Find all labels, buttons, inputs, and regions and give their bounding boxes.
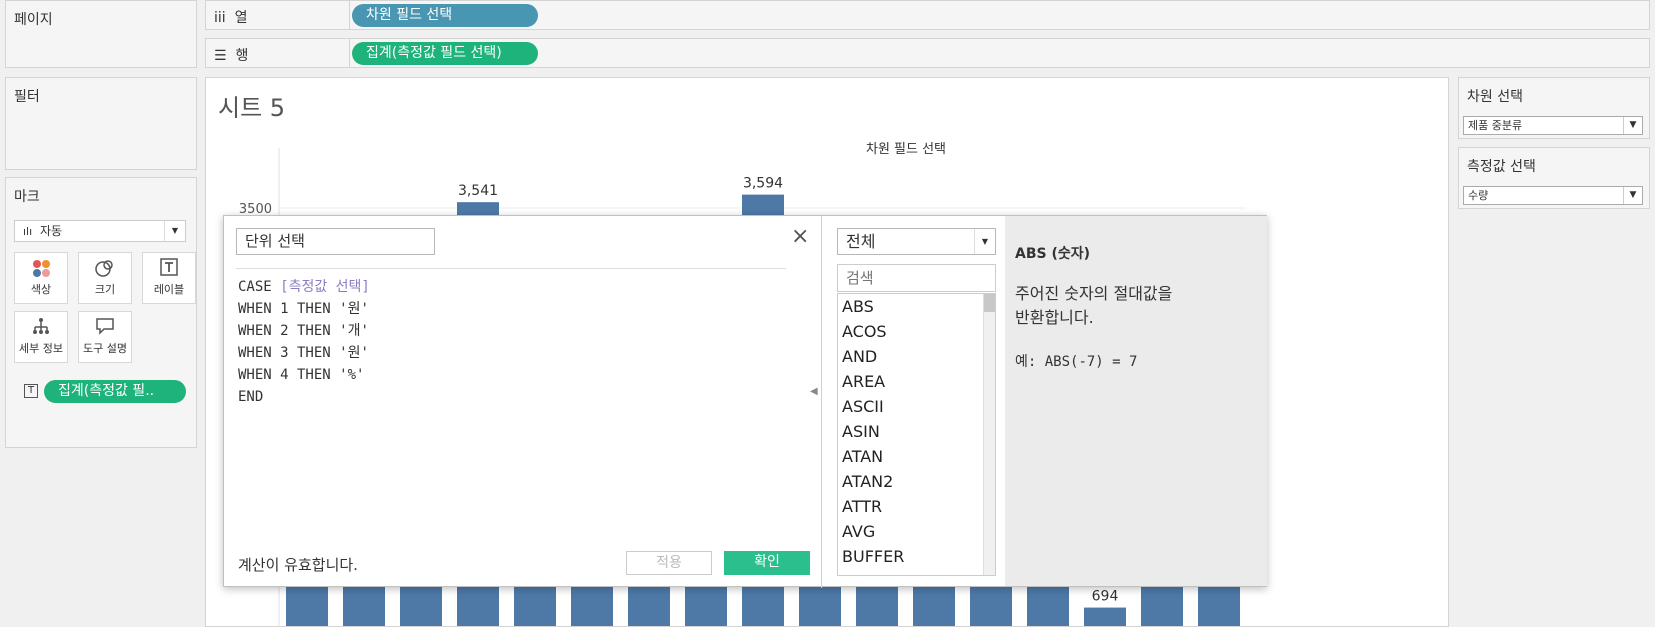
function-item[interactable]: AND	[838, 344, 995, 369]
ok-button-label: 확인	[754, 554, 780, 570]
function-item[interactable]: AVG	[838, 519, 995, 544]
function-item[interactable]: ACOS	[838, 319, 995, 344]
calc-name-input[interactable]: 단위 선택	[236, 228, 435, 255]
measure-parameter-value: 수량	[1468, 189, 1489, 202]
dimension-parameter-title: 차원 선택	[1467, 89, 1523, 105]
shelf-divider	[349, 39, 350, 67]
tooltip-icon	[79, 312, 131, 340]
function-item[interactable]: ASIN	[838, 419, 995, 444]
measure-parameter-panel: 측정값 선택 수량 ▼	[1458, 147, 1650, 209]
detail-icon	[15, 312, 67, 340]
pages-title: 페이지	[14, 12, 53, 28]
close-icon[interactable]: ×	[791, 224, 809, 249]
rows-shelf[interactable]: ☰ 행 집계(측정값 필드 선택)	[205, 38, 1650, 68]
editor-divider	[236, 268, 786, 269]
label-label: 레이블	[153, 283, 185, 296]
measure-parameter-title: 측정값 선택	[1467, 159, 1536, 175]
bar-data-label: 3,594	[743, 176, 783, 192]
mark-type-dropdown[interactable]: ılı 자동 ▼	[14, 220, 186, 242]
function-item[interactable]: AREA	[838, 369, 995, 394]
rows-shelf-label: ☰ 행	[214, 48, 249, 64]
columns-icon: iii	[214, 10, 226, 26]
size-icon	[79, 253, 131, 281]
chevron-down-icon: ▼	[1623, 117, 1642, 134]
help-body-line-2: 반환합니다.	[1015, 308, 1094, 327]
function-category-select[interactable]: 전체 ▼	[837, 228, 996, 255]
ok-button[interactable]: 확인	[724, 551, 810, 575]
function-item[interactable]: BUFFER	[838, 544, 995, 569]
mark-type-label: 자동	[40, 224, 63, 238]
function-help-pane: ABS (숫자) 주어진 숫자의 절대값을 반환합니다. 예: ABS(-7) …	[1005, 216, 1267, 586]
bar-data-label: 3,541	[458, 183, 498, 199]
editor-right-border	[821, 216, 822, 588]
filters-panel[interactable]: 필터	[5, 77, 197, 170]
formula-editor[interactable]: CASE [측정값 선택] WHEN 1 THEN '원' WHEN 2 THE…	[238, 276, 370, 408]
dimension-parameter-value: 제품 중분류	[1468, 119, 1523, 132]
bar-15[interactable]	[1084, 607, 1126, 627]
function-list-scrollbar[interactable]	[983, 294, 995, 575]
mark-pill-measure[interactable]: 집계(측정값 필..	[44, 380, 186, 403]
detail-button[interactable]: 세부 정보	[14, 311, 68, 363]
color-button[interactable]: 색상	[14, 252, 68, 304]
detail-label: 세부 정보	[19, 342, 63, 355]
chevron-down-icon: ▼	[1623, 187, 1642, 204]
chevron-down-icon: ▼	[164, 221, 185, 241]
function-search-input[interactable]	[837, 264, 996, 292]
code-field: [측정값 선택]	[280, 279, 370, 295]
dimension-parameter-select[interactable]: 제품 중분류 ▼	[1463, 116, 1643, 135]
marks-panel: 마크 ılı 자동 ▼ 색상 크기 레이블 세부 정보 도구 설명 T 집계(측…	[5, 177, 197, 448]
help-title: ABS (숫자)	[1015, 246, 1091, 262]
collapse-arrow-icon[interactable]: ◀	[810, 386, 818, 397]
chevron-down-icon: ▼	[974, 229, 995, 254]
calc-status: 계산이 유효합니다.	[238, 556, 358, 574]
shelf-divider	[349, 1, 350, 29]
columns-pill[interactable]: 차원 필드 선택	[352, 4, 538, 27]
columns-shelf[interactable]: iii 열 차원 필드 선택	[205, 0, 1650, 30]
apply-button[interactable]: 적용	[626, 551, 712, 575]
help-example: 예: ABS(-7) = 7	[1015, 354, 1138, 370]
size-label: 크기	[94, 283, 116, 296]
rows-icon: ☰	[214, 48, 227, 64]
function-item[interactable]: ABS	[838, 294, 995, 319]
scrollbar-thumb[interactable]	[984, 294, 995, 312]
code-keyword: CASE	[238, 279, 272, 295]
bar-chart-icon: ılı	[23, 225, 33, 238]
color-label: 색상	[30, 283, 52, 296]
rows-pill[interactable]: 집계(측정값 필드 선택)	[352, 42, 538, 65]
pages-panel: 페이지	[5, 0, 197, 68]
mark-pill-label: 집계(측정값 필..	[58, 383, 155, 399]
label-button[interactable]: 레이블	[142, 252, 196, 304]
tooltip-label: 도구 설명	[83, 342, 127, 355]
filters-title: 필터	[14, 89, 40, 105]
calculation-dialog: 단위 선택 × CASE [측정값 선택] WHEN 1 THEN '원' WH…	[223, 215, 1267, 588]
bar-data-label: 694	[1092, 589, 1119, 605]
rows-pill-label: 집계(측정값 필드 선택)	[366, 45, 502, 61]
function-item[interactable]: ATAN	[838, 444, 995, 469]
function-list[interactable]: ABS ACOS AND AREA ASCII ASIN ATAN ATAN2 …	[837, 293, 996, 576]
measure-parameter-select[interactable]: 수량 ▼	[1463, 186, 1643, 205]
help-body: 주어진 숫자의 절대값을 반환합니다.	[1015, 282, 1172, 330]
size-button[interactable]: 크기	[78, 252, 132, 304]
text-label-icon: T	[24, 384, 38, 398]
text-label-icon	[143, 253, 195, 281]
color-icon	[15, 253, 67, 281]
function-item[interactable]: ASCII	[838, 394, 995, 419]
function-item[interactable]: ATTR	[838, 494, 995, 519]
function-category-value: 전체	[846, 232, 876, 251]
tooltip-button[interactable]: 도구 설명	[78, 311, 132, 363]
dimension-parameter-panel: 차원 선택 제품 중분류 ▼	[1458, 77, 1650, 139]
function-item[interactable]: ATAN2	[838, 469, 995, 494]
help-body-line-1: 주어진 숫자의 절대값을	[1015, 284, 1173, 303]
calc-name-value: 단위 선택	[245, 232, 305, 250]
columns-pill-label: 차원 필드 선택	[366, 7, 453, 23]
columns-shelf-label: iii 열	[214, 10, 248, 26]
marks-title: 마크	[14, 189, 40, 205]
apply-button-label: 적용	[656, 555, 682, 571]
